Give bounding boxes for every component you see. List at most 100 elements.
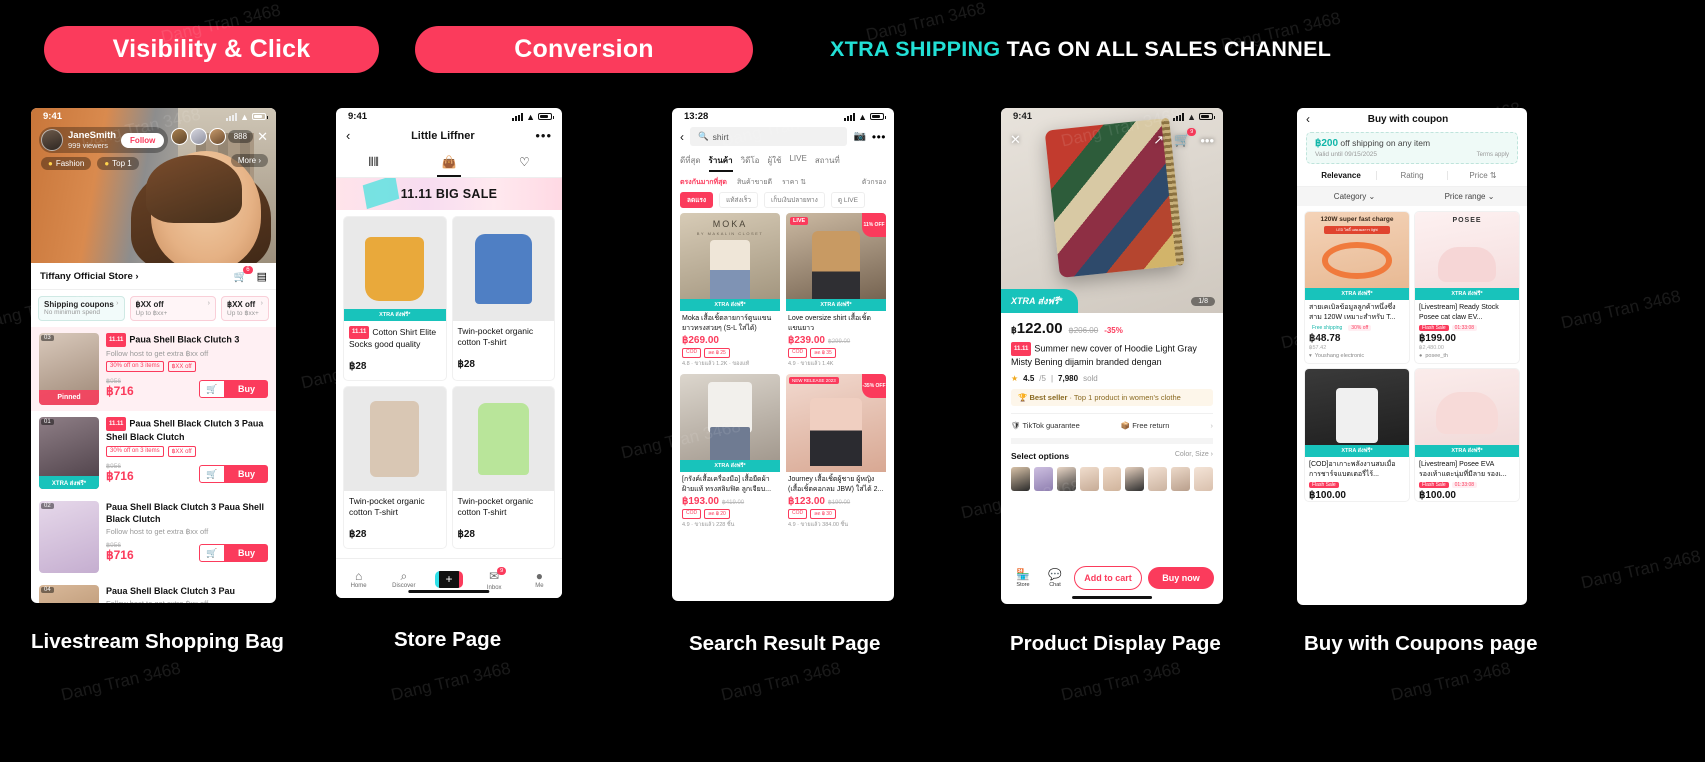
- chip-sale[interactable]: ลดแรง: [680, 192, 714, 208]
- tab-grid[interactable]: ⦀⦀: [336, 150, 411, 177]
- sort-relevance[interactable]: Relevance: [1306, 171, 1376, 180]
- filter-bestselling[interactable]: สินค้าขายดี: [737, 177, 772, 188]
- search-tab[interactable]: วิดีโอ: [741, 154, 760, 172]
- share-icon[interactable]: ↗: [1153, 132, 1164, 148]
- buy-button[interactable]: Buy: [224, 465, 268, 483]
- product-row[interactable]: 04 Paua Shell Black Clutch 3 Pau Follow …: [31, 579, 276, 603]
- search-result-card[interactable]: NEW RELEASE 2023 -35% OFF Journey เสื้อเ…: [786, 374, 886, 529]
- more-button[interactable]: More ›: [230, 154, 268, 167]
- pdp-hero-image[interactable]: 9:41 ▲ ✕ ↗ 🛒 9 ••• XTRA ส่งฟรี* 1/8: [1001, 108, 1223, 313]
- filter-price[interactable]: ราคา ⇅: [782, 177, 806, 188]
- search-result-card[interactable]: XTRA ส่งฟรี* [กรังค์เสื้อเครื่องมือ] เสื…: [680, 374, 780, 529]
- store-shortcut[interactable]: 🏪 Store: [1010, 569, 1036, 588]
- chip-fastship[interactable]: แท้ส่งเร็ว: [719, 192, 759, 208]
- search-tab[interactable]: ดีที่สุด: [680, 154, 701, 172]
- chip-cod[interactable]: เก็บเงินปลายทาง: [764, 192, 825, 208]
- search-result-card[interactable]: LIVE 11% OFF XTRA ส่งฟรี* Love oversize …: [786, 213, 886, 368]
- chat-shortcut[interactable]: 💬 Chat: [1042, 569, 1068, 588]
- best-seller-banner[interactable]: 🏆 Best seller · Top 1 product in women's…: [1011, 389, 1213, 406]
- buy-group[interactable]: 🛒 Buy: [198, 465, 268, 483]
- tabbar-home[interactable]: ⌂ Home: [336, 569, 381, 589]
- follow-button[interactable]: Follow: [121, 132, 165, 148]
- rating-row[interactable]: ★ 4.5 /5 | 7,980 sold: [1011, 374, 1213, 383]
- coupon-shipping[interactable]: › Shipping coupons No minimum spend: [38, 296, 125, 321]
- product-thumbnail[interactable]: 02: [39, 501, 99, 573]
- buy-group[interactable]: 🛒 Buy: [198, 380, 268, 398]
- sale-banner[interactable]: 11.11 BIG SALE: [336, 178, 562, 210]
- coupon-discount-2[interactable]: › ฿XX off Up to ฿xx+: [221, 296, 269, 321]
- cart-icon[interactable]: 🛒 6: [234, 266, 253, 283]
- filter-price-range[interactable]: Price range ⌄: [1412, 187, 1527, 206]
- buy-button[interactable]: Buy: [224, 380, 268, 398]
- product-row[interactable]: 01 XTRA ส่งฟรี* 11.11 Paua Shell Black Cl…: [31, 411, 276, 495]
- shop-name[interactable]: ▾ Youshang electronic: [1305, 351, 1409, 363]
- option-thumb[interactable]: [1079, 467, 1099, 491]
- close-icon[interactable]: ✕: [257, 130, 268, 143]
- more-icon[interactable]: •••: [872, 130, 886, 144]
- option-thumb[interactable]: [1148, 467, 1168, 491]
- product-card[interactable]: XTRA ส่งฟรี* [Livestream] Posee EVA รองเ…: [1415, 369, 1519, 501]
- tag-top1[interactable]: ● Top 1: [97, 157, 139, 170]
- store-bar[interactable]: Tiffany Official Store › 🛒 6 ▤: [31, 263, 276, 290]
- option-thumb[interactable]: [1125, 467, 1145, 491]
- host-avatar[interactable]: [41, 129, 63, 151]
- viewer-avatar[interactable]: [189, 128, 207, 145]
- option-thumb[interactable]: [1102, 467, 1122, 491]
- tabbar-me[interactable]: ● Me: [517, 569, 562, 589]
- chip-live[interactable]: ดู LIVE: [830, 192, 865, 208]
- search-tab[interactable]: สถานที่: [815, 154, 840, 172]
- filter-category[interactable]: Category ⌄: [1297, 187, 1412, 206]
- add-to-cart-icon[interactable]: 🛒: [198, 544, 225, 562]
- viewer-avatar[interactable]: [208, 128, 226, 145]
- shop-name[interactable]: ● posee_th: [1415, 351, 1519, 363]
- product-card[interactable]: XTRA ส่งฟรี* 11.11 Cotton Shirt Elite Soc…: [344, 217, 446, 380]
- tabbar-create[interactable]: +: [426, 570, 471, 588]
- tag-fashion[interactable]: ● Fashion: [41, 157, 92, 170]
- coupon-terms-link[interactable]: Terms apply: [1477, 152, 1509, 158]
- visibility-click-pill[interactable]: Visibility & Click: [44, 25, 379, 73]
- coupon-banner[interactable]: ฿200 off shipping on any item Valid unti…: [1306, 132, 1518, 164]
- product-card[interactable]: POSEE XTRA ส่งฟรี* [Livestream] Ready St…: [1415, 212, 1519, 363]
- buy-now-button[interactable]: Buy now: [1148, 567, 1214, 589]
- buy-button[interactable]: Buy: [224, 544, 268, 562]
- livestream-video[interactable]: JaneSmith 999 viewers Follow ● Fashion ● T…: [31, 108, 276, 263]
- add-to-cart-icon[interactable]: 🛒: [198, 380, 225, 398]
- select-options-section[interactable]: Select options Color, Size ›: [1011, 438, 1214, 491]
- product-card[interactable]: 120W super fast charge LED ไฟดี้ แสดงผลก…: [1305, 212, 1409, 363]
- search-tab[interactable]: ร้านค้า: [708, 154, 733, 172]
- chevron-right-icon[interactable]: ›: [1210, 421, 1213, 430]
- store-name[interactable]: Tiffany Official Store ›: [40, 271, 139, 282]
- tab-shop[interactable]: 👜: [411, 150, 486, 177]
- sort-rating[interactable]: Rating: [1377, 171, 1447, 180]
- product-card[interactable]: Twin-pocket organic cotton T-shirt ฿28: [344, 387, 446, 548]
- product-card[interactable]: XTRA ส่งฟรี* [COD]อาเกาะพลังงานสมเมื่อกา…: [1305, 369, 1409, 501]
- product-row[interactable]: 02 Paua Shell Black Clutch 3 Paua Shell …: [31, 495, 276, 579]
- guarantee-row[interactable]: 🛡 TikTok guarantee 📦 Free return ›: [1011, 413, 1213, 430]
- buy-group[interactable]: 🛒 Buy: [198, 544, 268, 562]
- sort-price[interactable]: Price ⇅: [1448, 171, 1518, 180]
- add-to-cart-button[interactable]: Add to cart: [1074, 566, 1142, 590]
- viewer-avatar[interactable]: [170, 128, 188, 145]
- product-card[interactable]: Twin-pocket organic cotton T-shirt ฿28: [452, 217, 554, 380]
- back-icon[interactable]: ‹: [680, 130, 684, 144]
- product-thumbnail[interactable]: 04: [39, 585, 99, 603]
- option-thumb[interactable]: [1056, 467, 1076, 491]
- search-tab[interactable]: ผู้ใช้: [767, 154, 781, 172]
- filter-more[interactable]: ตัวกรอง: [862, 177, 886, 188]
- viewer-stack[interactable]: 888 ✕: [170, 128, 268, 145]
- option-thumb[interactable]: [1171, 467, 1191, 491]
- search-tab[interactable]: LIVE: [789, 154, 806, 172]
- coupon-discount-1[interactable]: › ฿XX off Up to ฿xx+: [129, 296, 216, 321]
- product-card[interactable]: Twin-pocket organic cotton T-shirt ฿28: [452, 387, 554, 548]
- product-thumbnail[interactable]: 03 Pinned: [39, 333, 99, 405]
- tab-liked[interactable]: ♡: [487, 150, 562, 177]
- close-icon[interactable]: ✕: [1010, 132, 1021, 148]
- camera-icon[interactable]: 📷: [853, 131, 865, 142]
- list-icon[interactable]: ▤: [257, 270, 267, 283]
- product-row[interactable]: 03 Pinned 11.11 Paua Shell Black Clutch 3…: [31, 327, 276, 411]
- tabbar-inbox[interactable]: ✉ 9 Inbox: [472, 566, 517, 591]
- option-thumb[interactable]: [1033, 467, 1053, 491]
- more-icon[interactable]: •••: [535, 128, 552, 143]
- add-to-cart-icon[interactable]: 🛒: [198, 465, 225, 483]
- filter-relevance[interactable]: ตรงกันมากที่สุด: [680, 177, 727, 188]
